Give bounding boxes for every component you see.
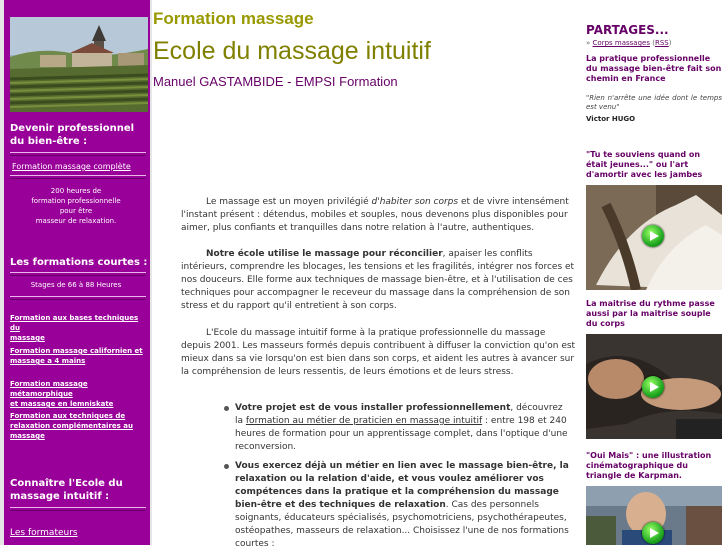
ecole-paragraph: Notre école utilise le massage pour réco… — [181, 248, 576, 313]
sidebar-divider — [10, 296, 146, 300]
play-icon[interactable] — [642, 376, 664, 398]
formation-desc-line-3: pour être — [59, 207, 93, 215]
sidebar-link-bases-techniques[interactable]: Formation aux bases techniques du massag… — [10, 313, 146, 343]
offer-list: Votre projet est de vous installer profe… — [222, 402, 572, 557]
article-title-3[interactable]: La maitrise du rythme passe aussi par la… — [586, 299, 724, 329]
partages-heading: PARTAGES... — [586, 23, 669, 37]
text-span: Le massage est un moyen privilégié — [206, 197, 372, 207]
article-title-1[interactable]: La pratique professionnelle du massage b… — [586, 54, 724, 84]
sidebar-divider — [10, 152, 146, 156]
history-paragraph: L'Ecole du massage intuitif forme à la p… — [181, 328, 576, 377]
formation-desc-line-2: formation professionnelle — [31, 197, 121, 205]
praticien-formation-link[interactable]: formation au métier de praticien en mass… — [246, 416, 482, 426]
sidebar-divider — [10, 272, 146, 276]
quote-author: Victor HUGO — [586, 115, 636, 123]
link-line: massage — [10, 432, 45, 440]
formation-desc-line-4: masseur de relaxation. — [35, 217, 117, 225]
video-thumbnail-karpman[interactable] — [586, 486, 722, 545]
rss-link[interactable]: RSS — [655, 39, 669, 47]
video-thumbnail-legs[interactable] — [586, 185, 722, 290]
feed-line: » Corps massages (RSS) — [586, 39, 672, 47]
connaitre-heading-line-2: massage intuitif : — [10, 491, 110, 502]
devenir-heading-line-2: du bien-être : — [10, 136, 88, 147]
bullet-icon — [224, 406, 229, 411]
devenir-heading-line-1: Devenir professionnel — [10, 123, 135, 134]
link-line: massage — [10, 334, 45, 342]
village-photo — [10, 17, 148, 112]
sidebar-divider — [10, 175, 146, 179]
formation-complete-link[interactable]: Formation massage complète — [12, 162, 131, 172]
connaitre-heading-line-1: Connaître l'Ecole du — [10, 478, 123, 489]
quote-text: "Rien n'arrête une idée dont le temps es… — [586, 94, 722, 111]
corps-massages-link[interactable]: Corps massages — [593, 39, 650, 47]
bold-text: Votre projet est de vous installer profe… — [235, 403, 511, 413]
link-line: Formation massage métamorphique — [10, 380, 88, 398]
video-thumbnail-rythme[interactable] — [586, 334, 722, 439]
sidebar-link-relaxation[interactable]: Formation aux techniques de relaxation c… — [10, 411, 146, 441]
school-subtitle: Manuel GASTAMBIDE - EMPSI Formation — [153, 74, 398, 89]
link-line: Formation aux bases techniques du — [10, 314, 139, 332]
bullet-icon — [224, 464, 229, 469]
link-line: Formation aux techniques de — [10, 412, 126, 420]
sidebar-link-californien[interactable]: Formation massage californien et massage… — [10, 346, 146, 366]
link-line: relaxation complémentaires au — [10, 422, 133, 430]
bold-text: Notre école utilise le massage pour réco… — [206, 249, 443, 259]
formation-desc-line-1: 200 heures de — [50, 187, 102, 195]
link-line: Formation massage californien et — [10, 347, 143, 355]
article-title-4[interactable]: "Oui Mais" : une illustration cinématogr… — [586, 451, 724, 481]
list-item: Vous exercez déjà un métier en lien avec… — [222, 460, 572, 551]
formateurs-link[interactable]: Les formateurs — [10, 528, 78, 538]
article-title-2[interactable]: "Tu te souviens quand on était jeunes...… — [586, 150, 724, 180]
play-icon[interactable] — [642, 225, 664, 247]
formations-courtes-heading: Les formations courtes : — [10, 257, 148, 268]
intro-paragraph: Le massage est un moyen privilégié d'hab… — [181, 196, 576, 235]
emphasis-text: d'habiter son corps — [371, 197, 459, 207]
link-line: et massage en lemniskate — [10, 400, 114, 408]
list-item: Votre projet est de vous installer profe… — [222, 402, 572, 454]
link-line: massage a 4 mains — [10, 357, 86, 365]
stages-text: Stages de 66 à 88 Heures — [30, 281, 122, 289]
play-icon[interactable] — [642, 522, 664, 544]
sidebar-divider — [10, 507, 146, 511]
feed-bullet: » — [586, 39, 591, 47]
sidebar-link-metamorphique[interactable]: Formation massage métamorphique et massa… — [10, 379, 146, 409]
page-title: Formation massage — [153, 9, 314, 28]
school-title: Ecole du massage intuitif — [153, 37, 431, 65]
